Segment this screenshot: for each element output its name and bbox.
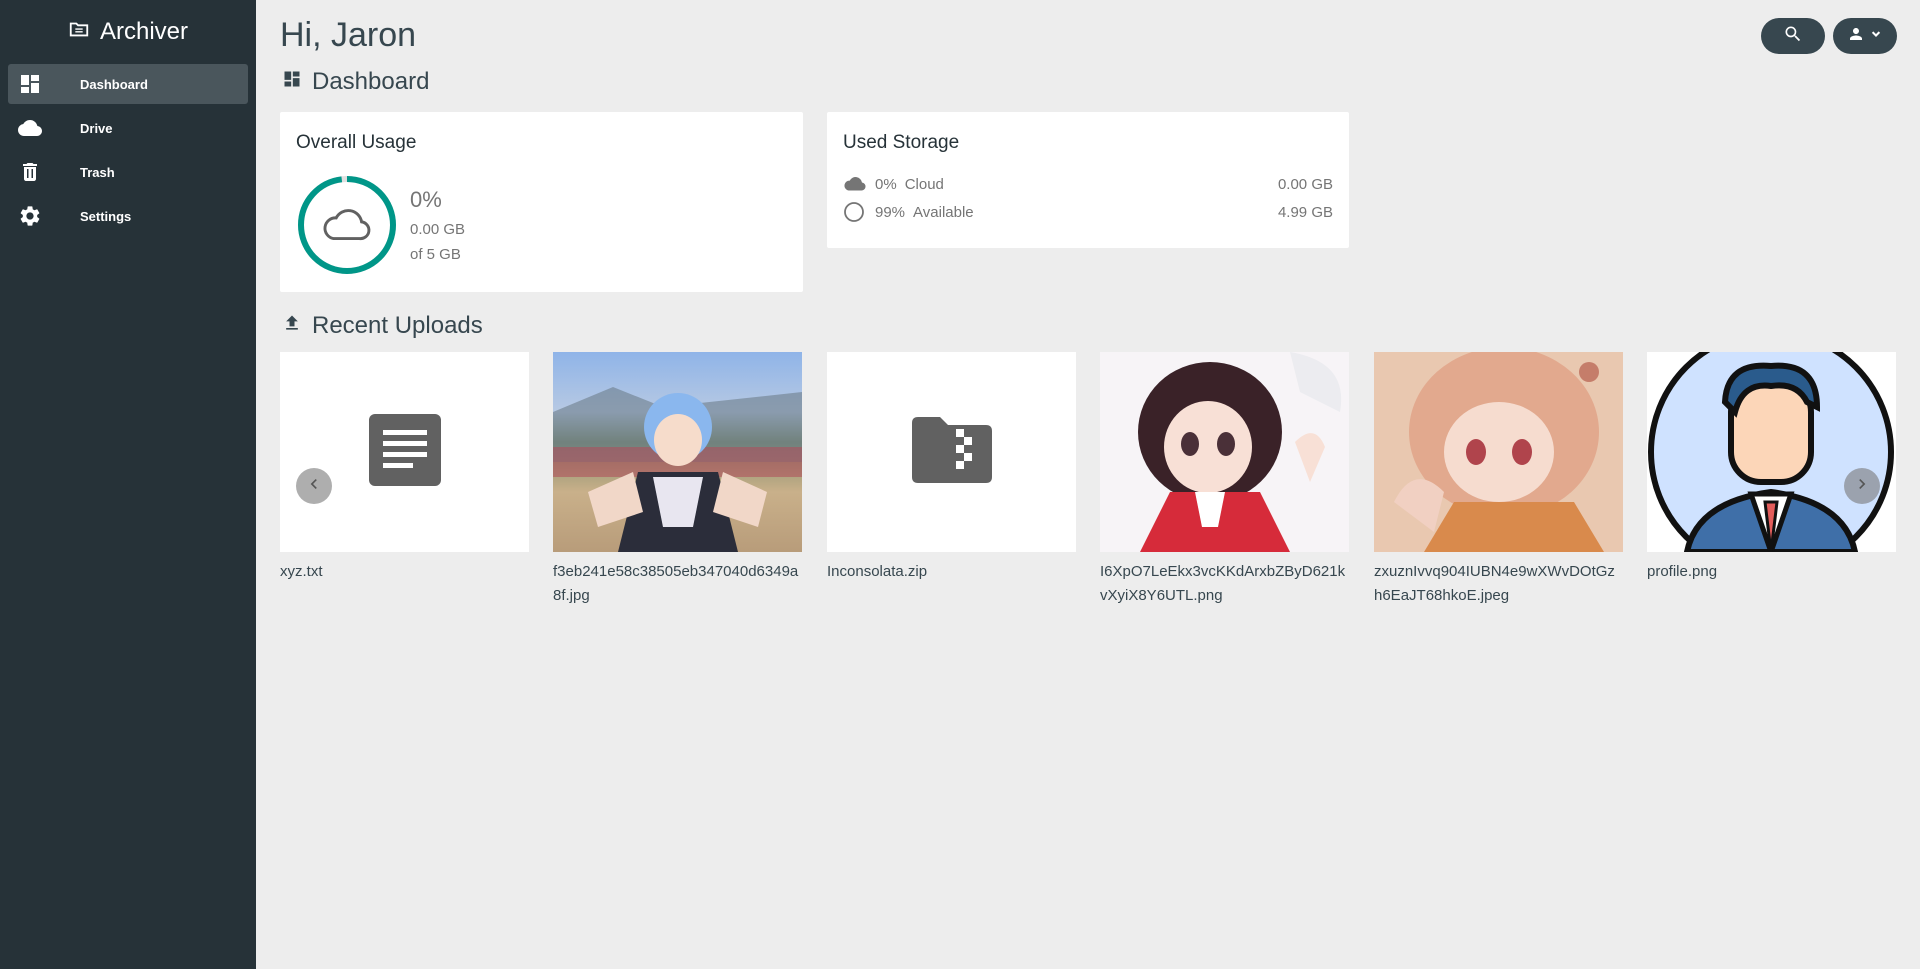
- avatar: [1648, 352, 1894, 552]
- sidebar-item-drive[interactable]: Drive: [8, 108, 248, 148]
- storage-row-available: 99% Available 4.99 GB: [843, 198, 1333, 226]
- upload-icon: [282, 312, 302, 340]
- search-button[interactable]: [1761, 18, 1825, 54]
- anime-image-thumbnail: [553, 387, 802, 552]
- card-title: Overall Usage: [296, 132, 417, 153]
- file-name: I6XpO7LeEkx3vcKKdArxbZByD621kvXyiX8Y6UTL…: [1100, 563, 1346, 604]
- card-title: Used Storage: [843, 132, 960, 153]
- cloud-icon: [323, 209, 371, 241]
- file-thumbnail[interactable]: [1100, 352, 1349, 552]
- app-name: Archiver: [99, 18, 189, 45]
- storage-percent: 99%: [875, 203, 906, 221]
- user-icon: [1847, 25, 1865, 48]
- sidebar-item-label: Settings: [80, 208, 132, 224]
- circle-outline-icon: [843, 202, 867, 222]
- file-name: xyz.txt: [280, 563, 323, 580]
- storage-label: Available: [913, 203, 974, 221]
- account-menu-button[interactable]: [1833, 18, 1897, 54]
- file-card[interactable]: zxuznIvvq904IUBN4e9wXWvDOtGzh6EaJT68hkoE…: [1374, 352, 1623, 608]
- gear-icon: [18, 204, 54, 228]
- top-actions: [1761, 18, 1897, 54]
- dashboard-icon: [282, 68, 302, 96]
- carousel-prev-button[interactable]: [296, 468, 332, 504]
- page-greeting: Hi, Jaron: [280, 16, 417, 54]
- file-name: profile.png: [1647, 563, 1718, 580]
- usage-percent: 0%: [410, 187, 442, 212]
- storage-label: Cloud: [904, 175, 944, 193]
- dashboard-heading: Dashboard: [282, 68, 429, 96]
- brand[interactable]: Archiver: [0, 0, 256, 64]
- chevron-right-icon: [1852, 474, 1872, 499]
- recent-uploads-carousel: xyz.txt f3eb241e58c38505eb347040d6349a8f…: [280, 352, 1896, 612]
- overall-usage-card: Overall Usage 0% 0.00 GB of 5 GB: [280, 112, 803, 292]
- carousel-next-button[interactable]: [1844, 468, 1880, 504]
- dashboard-icon: [18, 72, 54, 96]
- sidebar-item-label: Drive: [80, 120, 113, 136]
- file-name: zxuznIvvq904IUBN4e9wXWvDOtGzh6EaJT68hkoE…: [1374, 563, 1615, 604]
- dashboard-title: Dashboard: [312, 68, 430, 95]
- used-storage-card: Used Storage 0% Cloud 0.00 GB 99% Availa…: [827, 112, 1349, 248]
- file-thumbnail[interactable]: [1647, 352, 1896, 552]
- file-thumbnail[interactable]: [827, 352, 1076, 552]
- usage-used: 0.00 GB: [410, 221, 466, 238]
- sidebar-item-dashboard[interactable]: Dashboard: [8, 64, 248, 104]
- storage-percent: 0%: [875, 175, 897, 193]
- file-thumbnail[interactable]: [280, 352, 529, 552]
- anime-image-thumbnail: [1394, 352, 1604, 552]
- text-file-icon: [368, 413, 441, 491]
- search-icon: [1783, 24, 1803, 49]
- file-name: Inconsolata.zip: [827, 563, 928, 580]
- sidebar-item-settings[interactable]: Settings: [8, 196, 248, 236]
- storage-value: 4.99 GB: [1277, 203, 1333, 221]
- usage-total: of 5 GB: [410, 246, 461, 263]
- cloud-icon: [18, 116, 54, 140]
- storage-value: 0.00 GB: [1277, 175, 1333, 193]
- storage-row-cloud: 0% Cloud 0.00 GB: [843, 170, 1333, 198]
- folder-icon: [68, 18, 90, 47]
- anime-image-thumbnail: [1138, 352, 1342, 552]
- archive-file-icon: [911, 416, 992, 488]
- sidebar-item-trash[interactable]: Trash: [8, 152, 248, 192]
- recent-uploads-title: Recent Uploads: [312, 312, 483, 339]
- file-card[interactable]: Inconsolata.zip: [827, 352, 1076, 584]
- chevron-down-icon: [1869, 27, 1883, 46]
- file-thumbnail[interactable]: [553, 352, 802, 552]
- file-name: f3eb241e58c38505eb347040d6349a8f.jpg: [553, 563, 799, 604]
- cloud-icon: [843, 174, 867, 194]
- chevron-left-icon: [304, 474, 324, 499]
- file-card[interactable]: f3eb241e58c38505eb347040d6349a8f.jpg: [553, 352, 802, 608]
- file-card[interactable]: I6XpO7LeEkx3vcKKdArxbZByD621kvXyiX8Y6UTL…: [1100, 352, 1349, 608]
- sidebar: Archiver Dashboard Drive Trash Settings: [0, 0, 256, 969]
- file-thumbnail[interactable]: [1374, 352, 1623, 552]
- usage-ring: [296, 174, 398, 276]
- sidebar-item-label: Dashboard: [80, 76, 148, 92]
- recent-uploads-heading: Recent Uploads: [282, 312, 483, 340]
- trash-icon: [18, 160, 54, 184]
- sidebar-item-label: Trash: [80, 164, 115, 180]
